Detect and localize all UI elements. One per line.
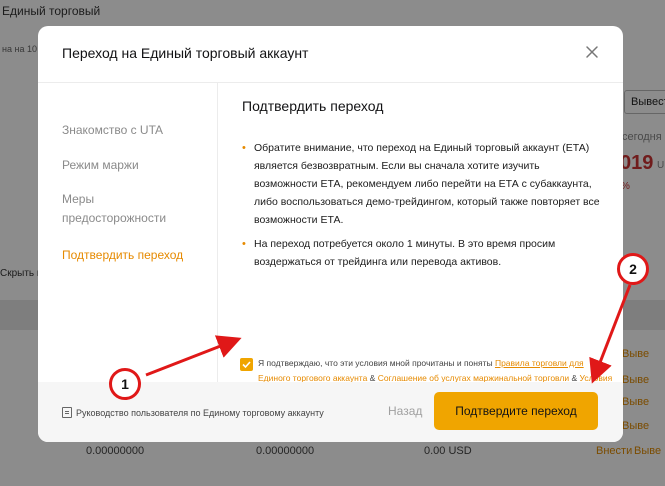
annotation-marker-1: 1 [109, 368, 141, 400]
annotation-arrows [145, 284, 632, 384]
arrow-to-checkbox [145, 335, 242, 377]
annotation-marker-2: 2 [617, 253, 649, 285]
arrow-to-confirm [589, 284, 632, 384]
